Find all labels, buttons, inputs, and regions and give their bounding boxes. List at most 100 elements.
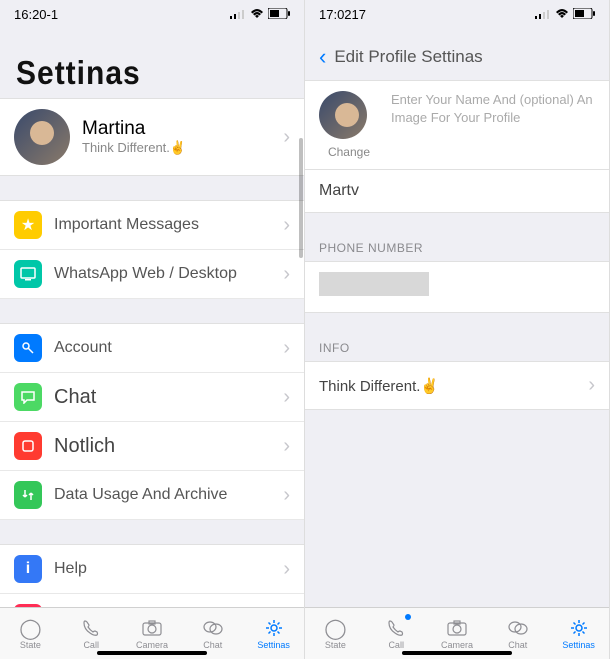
row-chat[interactable]: Chat ›	[0, 373, 304, 422]
name-input[interactable]: Martv	[305, 170, 609, 213]
chevron-right-icon: ›	[283, 558, 290, 581]
phone-section-header: PHONE NUMBER	[305, 235, 609, 261]
row-label: Chat	[54, 386, 283, 409]
row-account[interactable]: Account ›	[0, 323, 304, 373]
notification-icon	[14, 432, 42, 460]
status-bar: 17:0217	[305, 0, 609, 28]
chevron-right-icon: ›	[283, 337, 290, 360]
info-section-header: INFO	[305, 335, 609, 361]
key-icon	[14, 334, 42, 362]
row-label: Notlich	[54, 435, 283, 458]
star-icon: ★	[14, 211, 42, 239]
status-circle-icon: ◯	[324, 617, 346, 639]
avatar	[14, 109, 70, 165]
chevron-right-icon: ›	[283, 126, 290, 149]
chevron-right-icon: ›	[283, 263, 290, 286]
desktop-icon	[14, 260, 42, 288]
edit-profile-screen: 17:0217 ‹ Edit Profile Settinas Change E…	[305, 0, 610, 659]
row-help[interactable]: i Help ›	[0, 544, 304, 594]
status-bar: 16:20-1	[0, 0, 304, 28]
row-tell-friend[interactable]: ♥ Tell A Friend	[0, 594, 304, 607]
settings-content: Settinas Martina Think Different.✌ › ★ I…	[0, 28, 304, 607]
tab-label: Camera	[441, 640, 473, 650]
section-messages: ★ Important Messages › WhatsApp Web / De…	[0, 200, 304, 299]
avatar-column: Change	[319, 91, 379, 159]
back-button[interactable]: ‹	[319, 44, 326, 70]
tab-label: Chat	[508, 640, 527, 650]
chat-bubbles-icon	[202, 617, 224, 639]
signal-icon	[535, 7, 551, 22]
section-settings: Account › Chat › Notlich ›	[0, 323, 304, 520]
heart-icon: ♥	[14, 604, 42, 607]
row-label: Data Usage And Archive	[54, 486, 283, 504]
header-title: Edit Profile Settinas	[334, 47, 482, 67]
chevron-right-icon: ›	[283, 435, 290, 458]
status-icons	[535, 7, 595, 22]
phone-icon	[81, 617, 101, 639]
row-web-desktop[interactable]: WhatsApp Web / Desktop ›	[0, 250, 304, 299]
wifi-icon	[555, 7, 569, 22]
edit-header: ‹ Edit Profile Settinas	[305, 28, 609, 81]
tab-label: Settinas	[562, 640, 595, 650]
tab-label: State	[20, 640, 41, 650]
info-row[interactable]: Think Different.✌ ›	[305, 361, 609, 410]
profile-status: Think Different.✌	[82, 140, 283, 156]
profile-edit-block: Change Enter Your Name And (optional) An…	[305, 81, 609, 170]
gear-icon	[569, 617, 589, 639]
chevron-right-icon: ›	[283, 214, 290, 237]
avatar[interactable]	[319, 91, 367, 139]
chevron-right-icon: ›	[588, 374, 595, 397]
gear-icon	[264, 617, 284, 639]
chevron-right-icon: ›	[283, 484, 290, 507]
row-label: Help	[54, 560, 283, 578]
name-prompt: Enter Your Name And (optional) An Image …	[391, 91, 595, 159]
wifi-icon	[250, 7, 264, 22]
tab-state[interactable]: ◯ State	[305, 608, 366, 659]
status-time: 17:0217	[319, 7, 366, 22]
section-help: i Help › ♥ Tell A Friend	[0, 544, 304, 607]
info-icon: i	[14, 555, 42, 583]
phone-number-redacted	[319, 272, 429, 296]
row-label: WhatsApp Web / Desktop	[54, 265, 283, 283]
row-data-usage[interactable]: Data Usage And Archive ›	[0, 471, 304, 520]
status-time: 16:20-1	[14, 7, 58, 22]
tab-label: Camera	[136, 640, 168, 650]
status-icons	[230, 7, 290, 22]
chevron-right-icon: ›	[283, 386, 290, 409]
chat-bubbles-icon	[507, 617, 529, 639]
page-title: Settinas	[0, 28, 304, 102]
row-label: Important Messages	[54, 216, 283, 234]
tab-state[interactable]: ◯ State	[0, 608, 61, 659]
notification-dot-icon	[405, 614, 411, 620]
edit-content: Change Enter Your Name And (optional) An…	[305, 81, 609, 607]
change-photo-link[interactable]: Change	[328, 145, 370, 159]
phone-icon	[386, 617, 406, 639]
tab-label: Chat	[203, 640, 222, 650]
signal-icon	[230, 7, 246, 22]
status-circle-icon: ◯	[19, 617, 41, 639]
settings-screen: 16:20-1 Settinas Martina Think Different…	[0, 0, 305, 659]
chat-icon	[14, 383, 42, 411]
tab-label: Call	[83, 640, 99, 650]
tab-label: State	[325, 640, 346, 650]
home-indicator[interactable]	[97, 651, 207, 655]
battery-icon	[573, 7, 595, 22]
data-icon	[14, 481, 42, 509]
scroll-indicator[interactable]	[299, 138, 303, 258]
profile-row[interactable]: Martina Think Different.✌ ›	[0, 98, 304, 176]
row-important-messages[interactable]: ★ Important Messages ›	[0, 200, 304, 250]
profile-text: Martina Think Different.✌	[82, 118, 283, 156]
profile-name: Martina	[82, 118, 283, 140]
tab-settings[interactable]: Settinas	[548, 608, 609, 659]
row-notifications[interactable]: Notlich ›	[0, 422, 304, 471]
camera-icon	[446, 617, 468, 639]
home-indicator[interactable]	[402, 651, 512, 655]
tab-label: Call	[388, 640, 404, 650]
battery-icon	[268, 7, 290, 22]
tab-label: Settinas	[257, 640, 290, 650]
row-label: Tell A Friend	[54, 607, 290, 608]
row-label: Account	[54, 339, 283, 357]
info-value: Think Different.✌	[319, 377, 588, 395]
phone-row	[305, 261, 609, 313]
tab-settings[interactable]: Settinas	[243, 608, 304, 659]
